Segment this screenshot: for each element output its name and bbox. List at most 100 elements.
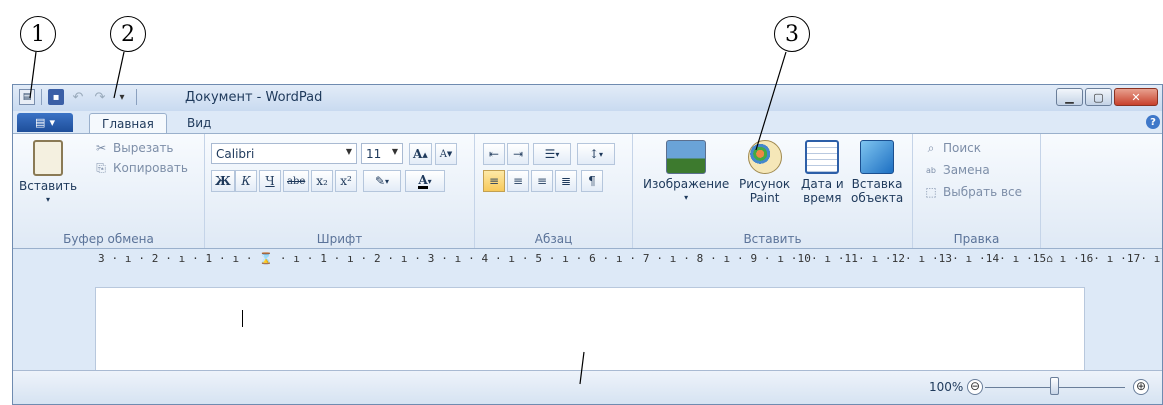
increase-indent-icon: ⇥ [512,147,524,161]
app-menu-icon: ▤ [35,116,46,129]
strikethrough-button[interactable]: abe [283,170,310,192]
align-right-button[interactable]: ≡ [531,170,553,192]
paste-label: Вставить [19,179,78,193]
chevron-down-icon: ▾ [555,149,560,159]
select-all-button[interactable]: ⬚ Выбрать все [923,184,1022,200]
chevron-down-icon: ▼ [391,147,398,156]
find-button[interactable]: ⌕ Поиск [923,140,981,156]
window-title: Документ - WordPad [185,90,323,105]
group-label-editing: Правка [953,232,1000,246]
font-family-select[interactable]: Calibri ▼ [211,143,357,164]
document-page[interactable] [95,287,1085,371]
insert-object-button[interactable]: Вставка объекта [851,140,903,205]
align-center-button[interactable]: ≡ [507,170,529,192]
bullet-list-icon: ☰ [544,147,556,161]
chevron-down-icon: ▾ [385,176,390,186]
document-area [13,269,1162,371]
text-color-button[interactable]: A ▾ [405,170,445,192]
highlight-color-button[interactable]: ✎ ▾ [363,170,401,192]
paint-palette-icon [747,140,782,174]
group-paragraph: ⇤ ⇥ ☰ ▾ ↕ ▾ ≡ ≡ ≡ ≣ ¶ Абзац [475,134,633,248]
align-left-icon: ≡ [488,174,500,188]
copy-button[interactable]: ⎘ Копировать [93,160,188,176]
ribbon: Вставить ▾ ✂ Вырезать ⎘ Копировать Буфер о… [13,133,1162,249]
copy-label: Копировать [113,161,188,175]
tab-home[interactable]: Главная [89,113,167,133]
zoom-level: 100% [929,380,964,394]
italic-button[interactable]: К [235,170,257,192]
scissors-icon: ✂ [95,141,107,155]
qat-separator [41,89,42,105]
close-button[interactable]: ✕ [1114,88,1158,106]
chevron-down-icon: ▾ [599,149,604,159]
line-spacing-button[interactable]: ↕ ▾ [577,143,615,165]
undo-icon[interactable]: ↶ [70,89,86,105]
font-family-value: Calibri [216,146,255,161]
cut-button[interactable]: ✂ Вырезать [93,140,174,156]
calendar-clock-icon [805,140,840,174]
customize-qat-icon[interactable]: ▾ [114,89,130,105]
text-cursor [242,310,243,327]
paint-drawing-button[interactable]: Рисунок Paint [739,140,790,205]
insert-image-button[interactable]: Изображение ▾ [643,140,729,205]
maximize-button[interactable]: ▢ [1085,88,1112,106]
superscript-button[interactable]: x² [335,170,357,192]
wordpad-window: ▤ ▪ ↶ ↷ ▾ Документ - WordPad ▁ ▢ ✕ ▤ ▾ Гл… [12,84,1163,405]
select-all-label: Выбрать все [943,185,1023,199]
font-size-select[interactable]: 11 ▼ [361,143,403,164]
group-insert: Изображение ▾ Рисунок Paint Дата и время… [633,134,913,248]
replace-button[interactable]: ab Замена [923,162,990,178]
date-label-line1: Дата и [801,177,844,191]
binoculars-icon: ⌕ [927,140,935,155]
paste-button[interactable]: Вставить ▾ [19,140,77,207]
object-label-line2: объекта [851,191,904,205]
save-icon[interactable]: ▪ [48,89,64,105]
date-time-button[interactable]: Дата и время [801,140,844,205]
select-all-icon: ⬚ [925,185,937,199]
chevron-down-icon: ▾ [49,116,55,129]
paint-label-line1: Рисунок [739,177,791,191]
grow-font-button[interactable]: A ▲ [409,143,432,165]
wordpad-app-icon[interactable]: ▤ [19,89,35,105]
ribbon-tabs: ▤ ▾ Главная Вид ? [13,111,1162,133]
zoom-in-icon: ⊕ [1135,379,1147,393]
app-menu-button[interactable]: ▤ ▾ [17,113,73,132]
line-spacing-icon: ↕ [588,147,600,161]
justify-icon: ≣ [560,174,572,188]
paint-label-line2: Paint [749,191,780,205]
find-label: Поиск [943,141,982,155]
status-bar: 100% ⊖ ⊕ [13,370,1162,404]
callout-2: 2 [110,16,146,52]
underline-button[interactable]: Ч [259,170,281,192]
align-left-button[interactable]: ≡ [483,170,505,192]
help-icon[interactable]: ? [1146,115,1160,129]
tab-view[interactable]: Вид [175,113,223,133]
group-label-insert: Вставить [743,232,802,246]
grow-font-label: A [413,147,423,161]
increase-indent-button[interactable]: ⇥ [507,143,529,165]
justify-button[interactable]: ≣ [555,170,577,192]
window-controls: ▁ ▢ ✕ [1056,88,1158,106]
callout-1: 1 [20,16,56,52]
subscript-button[interactable]: x₂ [311,170,333,192]
object-cube-icon [860,140,895,174]
decrease-indent-button[interactable]: ⇤ [483,143,505,165]
zoom-out-button[interactable]: ⊖ [967,379,983,395]
ruler[interactable]: 3 · ı · 2 · ı · 1 · ı · ⌛ · ı · 1 · ı · … [13,249,1163,269]
shrink-font-button[interactable]: A ▼ [435,143,457,165]
redo-icon[interactable]: ↷ [92,89,108,105]
insert-image-label: Изображение [643,177,730,191]
paragraph-settings-button[interactable]: ¶ [581,170,603,192]
zoom-out-icon: ⊖ [969,379,981,393]
minimize-button[interactable]: ▁ [1056,88,1083,106]
group-editing: ⌕ Поиск ab Замена ⬚ Выбрать все Правка [913,134,1041,248]
highlighter-icon: ✎ [374,174,386,188]
zoom-in-button[interactable]: ⊕ [1133,379,1149,395]
bullets-button[interactable]: ☰ ▾ [533,143,571,165]
replace-icon: ab [926,165,936,175]
group-clipboard: Вставить ▾ ✂ Вырезать ⎘ Копировать Буфер о… [13,134,205,248]
zoom-slider-thumb[interactable] [1050,377,1059,395]
replace-label: Замена [943,163,990,177]
bold-button[interactable]: Ж [211,170,235,192]
chevron-down-icon: ▼ [345,147,352,156]
